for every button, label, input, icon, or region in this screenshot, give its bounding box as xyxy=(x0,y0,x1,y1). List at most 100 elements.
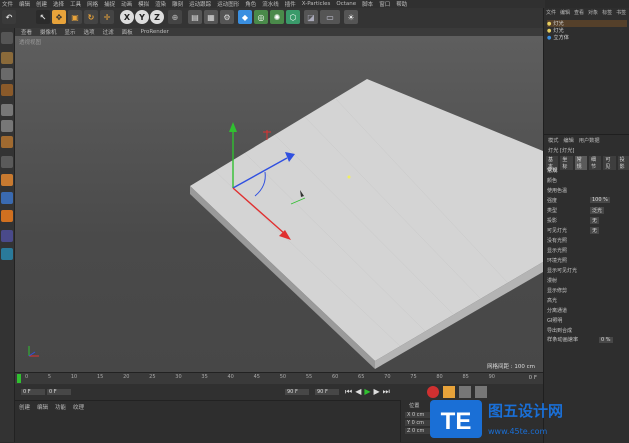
timeline-playhead[interactable] xyxy=(17,374,21,383)
material-menu-item[interactable]: 创建 xyxy=(19,403,30,411)
undo-button[interactable]: ↶ xyxy=(2,10,16,24)
attribute-row[interactable]: 环境光照 xyxy=(544,255,629,265)
viewport-menu-item[interactable]: 面板 xyxy=(122,28,133,36)
axis-mode-icon[interactable] xyxy=(1,156,13,168)
menu-item[interactable]: 捕捉 xyxy=(104,0,115,8)
menu-item[interactable]: 脚本 xyxy=(362,0,373,8)
attribute-row[interactable]: 显示可见灯光 xyxy=(544,265,629,275)
viewport-menu-item[interactable]: 摄像机 xyxy=(40,28,57,36)
attribute-value[interactable]: 无 xyxy=(590,216,600,224)
snap-icon[interactable] xyxy=(1,192,13,204)
material-menu-item[interactable]: 功能 xyxy=(55,403,66,411)
attribute-tab[interactable]: 可见 xyxy=(603,156,616,170)
menu-item[interactable]: Octane xyxy=(336,1,356,7)
attribute-row[interactable]: 投影 无 xyxy=(544,215,629,225)
menu-item[interactable]: 动画 xyxy=(121,0,132,8)
attribute-row[interactable]: 漫射 xyxy=(544,275,629,285)
attribute-tab[interactable]: 细节 xyxy=(588,156,602,170)
menu-item[interactable]: 编辑 xyxy=(19,0,30,8)
menu-item[interactable]: 文件 xyxy=(2,0,13,8)
menu-item[interactable]: 角色 xyxy=(245,0,256,8)
render-view-button[interactable]: ▤ xyxy=(188,10,202,24)
menu-item[interactable]: 窗口 xyxy=(379,0,390,8)
magnet-icon[interactable] xyxy=(1,210,13,222)
array-button[interactable]: ✺ xyxy=(270,10,284,24)
cube-button[interactable]: ◆ xyxy=(238,10,252,24)
prev-key-icon[interactable]: ◀ xyxy=(355,387,361,397)
attribute-row[interactable]: 导出到合成 xyxy=(544,325,629,335)
light-button[interactable]: ☀ xyxy=(344,10,358,24)
menu-item[interactable]: 模拟 xyxy=(138,0,149,8)
keyframe-button[interactable] xyxy=(443,386,455,398)
scene-button[interactable]: ◪ xyxy=(304,10,318,24)
texture-mode-icon[interactable] xyxy=(1,52,13,64)
model-mode-icon[interactable] xyxy=(1,68,13,80)
object-row[interactable]: ● 灯光 xyxy=(547,27,627,35)
attribute-tab[interactable]: 坐标 xyxy=(560,156,573,170)
grid-icon[interactable] xyxy=(1,248,13,260)
attribute-tab[interactable]: 投影 xyxy=(617,156,629,170)
viewport-menu-item[interactable]: 选项 xyxy=(84,28,95,36)
attribute-row[interactable]: 没有光照 xyxy=(544,235,629,245)
y-axis-lock-button[interactable]: Y xyxy=(135,10,149,24)
attribute-row[interactable]: 类型 泛光 xyxy=(544,205,629,215)
object-row[interactable]: ● 灯光 xyxy=(547,20,627,27)
menu-item[interactable]: 流水线 xyxy=(262,0,279,8)
attribute-value[interactable]: 无 xyxy=(590,226,600,234)
record-button[interactable] xyxy=(427,386,439,398)
menu-item[interactable]: 选择 xyxy=(53,0,64,8)
attribute-menu-item[interactable]: 编辑 xyxy=(563,137,573,144)
menu-item[interactable]: 帮助 xyxy=(396,0,407,8)
object-menu-item[interactable]: 文件 xyxy=(546,9,556,16)
attribute-row[interactable]: 分离通道 xyxy=(544,305,629,315)
polygons-mode-icon[interactable] xyxy=(1,136,13,148)
workplane-icon[interactable] xyxy=(1,84,13,96)
menu-item[interactable]: 运动图形 xyxy=(217,0,239,8)
auto-key-button[interactable] xyxy=(459,386,471,398)
attribute-row[interactable]: 使用色温 xyxy=(544,185,629,195)
rotate-tool-button[interactable]: ↻ xyxy=(84,10,98,24)
make-editable-icon[interactable] xyxy=(1,32,13,44)
next-key-icon[interactable]: ▶ xyxy=(374,387,380,397)
object-menu-item[interactable]: 书签 xyxy=(616,9,626,16)
attribute-row[interactable]: 显示光照 xyxy=(544,245,629,255)
attribute-row[interactable]: GI照明 xyxy=(544,315,629,325)
move-tool-button[interactable]: ✥ xyxy=(52,10,66,24)
viewport-menu-item[interactable]: 查看 xyxy=(21,28,32,36)
coordinate-system-button[interactable]: ⊕ xyxy=(168,10,182,24)
menu-item[interactable]: 渲染 xyxy=(155,0,166,8)
attribute-menu-item[interactable]: 模式 xyxy=(548,137,558,144)
transform-tool-button[interactable]: ✛ xyxy=(100,10,114,24)
attribute-row[interactable]: 强度 100 % xyxy=(544,195,629,205)
attribute-row[interactable]: 显示修剪 xyxy=(544,285,629,295)
object-menu-item[interactable]: 查看 xyxy=(574,9,584,16)
deformer-button[interactable]: ⬡ xyxy=(286,10,300,24)
attribute-value[interactable]: 泛光 xyxy=(590,206,605,214)
menu-item[interactable]: 运动跟踪 xyxy=(189,0,211,8)
edges-mode-icon[interactable] xyxy=(1,120,13,132)
viewport-menu-item[interactable]: 过滤 xyxy=(103,28,114,36)
spline-rate-row[interactable]: 样条动画速率 0 % xyxy=(544,336,629,343)
perspective-viewport[interactable]: 透视视图 网格间距: 100 cm xyxy=(15,36,543,372)
attribute-tab[interactable]: 常规 xyxy=(574,156,587,170)
object-menu-item[interactable]: 编辑 xyxy=(560,9,570,16)
tweak-icon[interactable] xyxy=(1,174,13,186)
menu-item[interactable]: 网格 xyxy=(87,0,98,8)
go-end-icon[interactable]: ⏭ xyxy=(383,387,390,397)
attribute-row[interactable]: 高光 xyxy=(544,295,629,305)
material-menu-item[interactable]: 纹理 xyxy=(73,403,84,411)
object-menu-item[interactable]: 标签 xyxy=(602,9,612,16)
z-axis-lock-button[interactable]: Z xyxy=(150,10,164,24)
object-menu-item[interactable]: 对象 xyxy=(588,9,598,16)
attribute-menu-item[interactable]: 用户数据 xyxy=(579,137,600,144)
end-frame-field-2[interactable]: 90 F xyxy=(315,389,339,395)
lock-workplane-icon[interactable] xyxy=(1,230,13,242)
end-frame-field[interactable]: 90 F xyxy=(285,389,309,395)
start-frame-field[interactable]: 0 F xyxy=(21,389,45,395)
scale-tool-button[interactable]: ▣ xyxy=(68,10,82,24)
points-mode-icon[interactable] xyxy=(1,104,13,116)
camera-button[interactable]: ▭ xyxy=(320,10,340,24)
render-settings-button[interactable]: ⚙ xyxy=(220,10,234,24)
spline-rate-value[interactable]: 0 % xyxy=(599,336,613,343)
x-axis-lock-button[interactable]: X xyxy=(120,10,134,24)
